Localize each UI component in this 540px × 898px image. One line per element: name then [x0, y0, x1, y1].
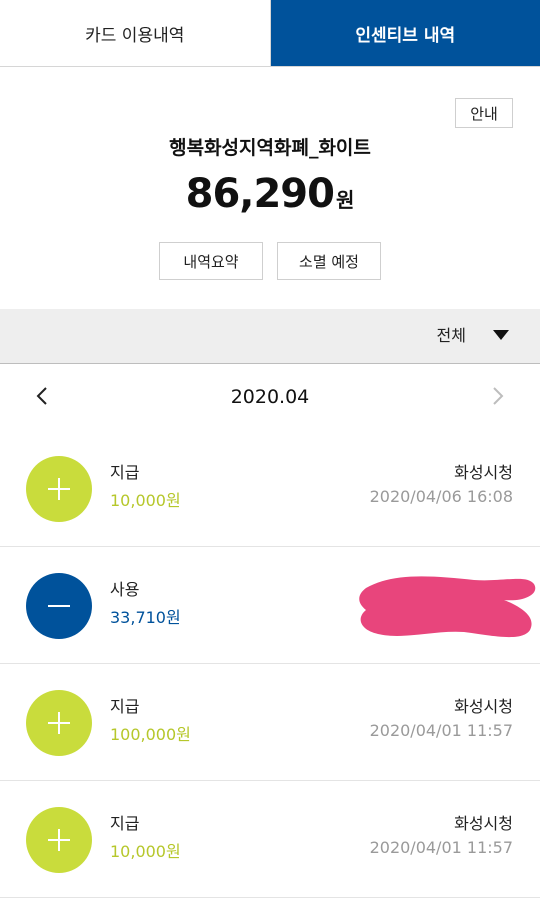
- transaction-type: 지급: [110, 459, 139, 483]
- filter-bar: 전체: [0, 309, 540, 364]
- transaction-list: 지급 10,000원 화성시청 2020/04/06 16:08 사용 33,7…: [0, 430, 540, 898]
- tab-card-usage-history[interactable]: 카드 이용내역: [0, 0, 271, 66]
- card-name: 행복화성지역화폐_화이트: [0, 133, 540, 160]
- transaction-amount: 10,000원: [110, 838, 181, 862]
- plus-icon: [26, 456, 92, 522]
- summary-actions: 내역요약 소멸 예정: [0, 242, 540, 280]
- balance-amount: 86,290: [186, 171, 334, 217]
- month-navigator: 2020.04: [0, 364, 540, 430]
- transaction-datetime: 2020/04/06 16:08: [370, 487, 513, 506]
- chevron-right-icon[interactable]: [486, 384, 510, 408]
- plus-icon: [26, 807, 92, 873]
- balance-unit: 원: [336, 188, 354, 212]
- transaction-merchant: 화성시청: [454, 693, 513, 717]
- plus-icon: [26, 690, 92, 756]
- history-summary-button[interactable]: 내역요약: [159, 242, 263, 280]
- caret-down-icon[interactable]: [493, 330, 509, 340]
- transaction-type: 지급: [110, 810, 139, 834]
- transaction-type: 사용: [110, 576, 139, 600]
- transaction-amount: 100,000원: [110, 721, 191, 745]
- current-month: 2020.04: [0, 364, 540, 430]
- transaction-amount: 10,000원: [110, 487, 181, 511]
- tab-bar: 카드 이용내역 인센티브 내역: [0, 0, 540, 67]
- minus-icon: [26, 573, 92, 639]
- transaction-type: 지급: [110, 693, 139, 717]
- transaction-datetime: 2020/04/01 11:57: [370, 838, 513, 857]
- filter-dropdown[interactable]: 전체: [437, 309, 466, 363]
- expiry-schedule-button[interactable]: 소멸 예정: [277, 242, 381, 280]
- balance-display: 86,290원: [0, 171, 540, 217]
- tab-incentive-history[interactable]: 인센티브 내역: [271, 0, 540, 66]
- redaction-scribble: [354, 570, 540, 646]
- transaction-amount: 33,710원: [110, 604, 181, 628]
- transaction-datetime: 2020/04/01 11:57: [370, 721, 513, 740]
- transaction-row[interactable]: 지급 10,000원 화성시청 2020/04/01 11:57: [0, 781, 540, 898]
- transaction-row[interactable]: 지급 10,000원 화성시청 2020/04/06 16:08: [0, 430, 540, 547]
- transaction-row[interactable]: 지급 100,000원 화성시청 2020/04/01 11:57: [0, 664, 540, 781]
- balance-summary: 안내 행복화성지역화폐_화이트 86,290원 내역요약 소멸 예정: [0, 67, 540, 309]
- guide-button[interactable]: 안내: [455, 98, 513, 128]
- transaction-merchant: 화성시청: [454, 459, 513, 483]
- transaction-merchant: 화성시청: [454, 810, 513, 834]
